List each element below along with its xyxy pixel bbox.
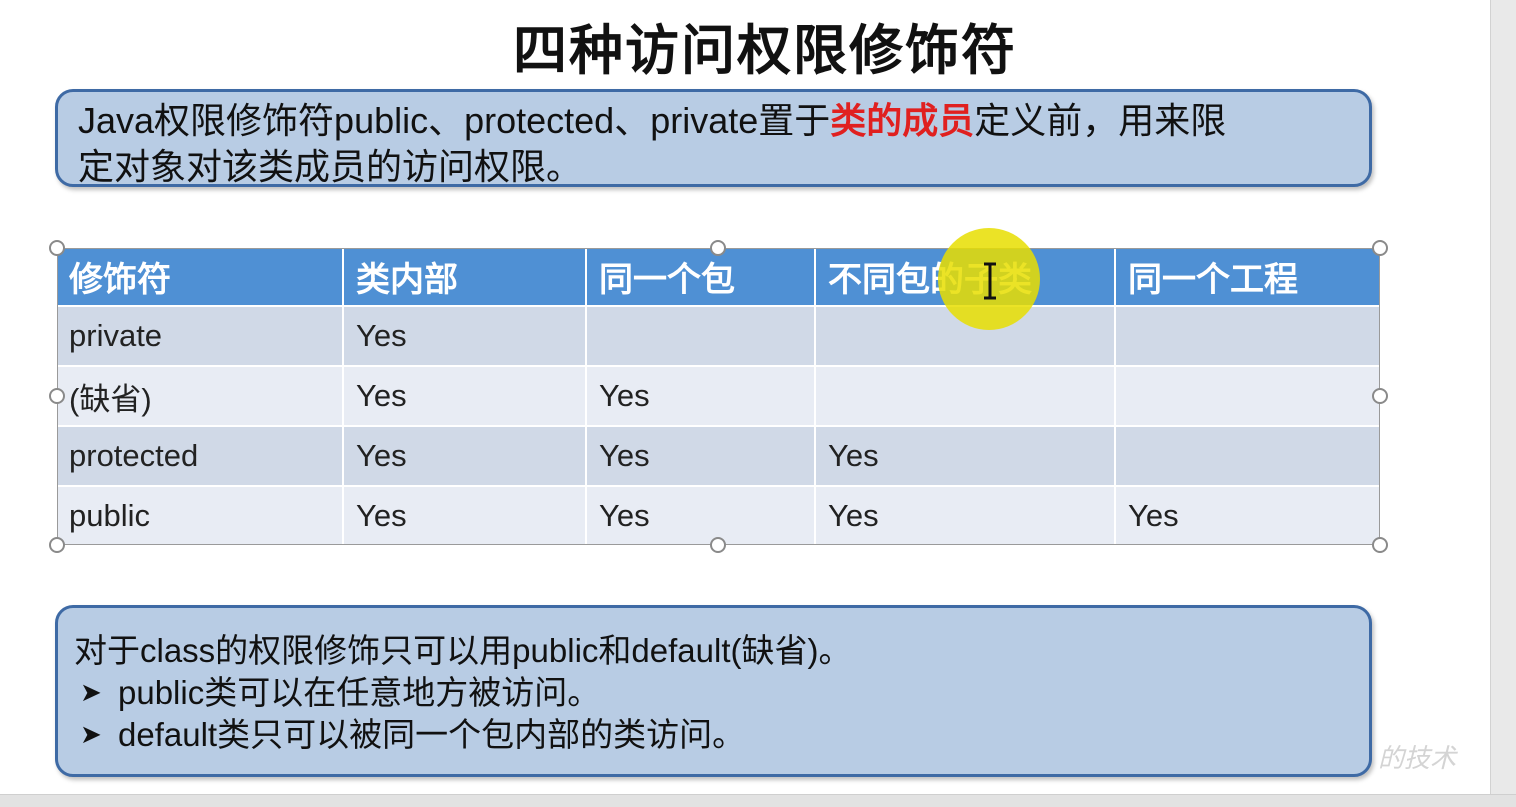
table-cell[interactable]: private [57,305,344,366]
list-item: ➤ public类可以在任意地方被访问。 [74,672,1369,714]
bottom-scroll-strip[interactable] [0,794,1516,807]
text-cursor-icon [984,262,996,300]
resize-handle-icon[interactable] [1372,388,1388,404]
table-cell[interactable]: Yes [815,485,1116,545]
watermark: 的技术 [1378,744,1457,774]
table-cell[interactable]: Yes [343,485,587,545]
table-cell[interactable]: Yes [343,365,587,426]
list-item: ➤ default类只可以被同一个包内部的类访问。 [74,714,1369,756]
table-cell[interactable]: Yes [1115,485,1380,545]
resize-handle-icon[interactable] [49,240,65,256]
table-cell[interactable] [815,365,1116,426]
slide-canvas: 四种访问权限修饰符 Java权限修饰符public、protected、priv… [0,0,1490,794]
header-same-project[interactable]: 同一个工程 [1115,248,1380,306]
table-cell[interactable]: Yes [586,425,816,486]
table-cell[interactable]: Yes [586,365,816,426]
right-arrowhead-icon: ➤ [80,678,102,708]
bullet-text: public类可以在任意地方被访问。 [118,674,601,711]
table-cell[interactable]: Yes [343,305,587,366]
table-cell[interactable]: public [57,485,344,545]
table-cell[interactable]: Yes [815,425,1116,486]
table-cell[interactable] [1115,305,1380,366]
intro-textbox[interactable]: Java权限修饰符public、protected、private置于类的成员定… [55,89,1372,187]
table-row: private Yes [57,305,1380,366]
intro-text-part1: Java权限修饰符public、protected、private置于 [78,100,831,141]
access-table[interactable]: 修饰符 类内部 同一个包 不同包的子类 同一个工程 private Yes (缺… [57,248,1380,545]
intro-text-part2: 定义前，用来限 [974,100,1227,141]
resize-handle-icon[interactable] [710,537,726,553]
right-scroll-strip[interactable] [1490,0,1516,806]
class-note-textbox[interactable]: 对于class的权限修饰只可以用public和default(缺省)。 ➤ pu… [55,605,1372,777]
intro-line-1: Java权限修饰符public、protected、private置于类的成员定… [78,98,1369,144]
class-note-line: 对于class的权限修饰只可以用public和default(缺省)。 [74,632,852,669]
table-cell[interactable] [586,305,816,366]
intro-line-2: 定对象对该类成员的访问权限。 [78,146,583,187]
table-cell[interactable] [1115,365,1380,426]
table-header-row: 修饰符 类内部 同一个包 不同包的子类 同一个工程 [57,248,1380,306]
table-cell[interactable] [1115,425,1380,486]
resize-handle-icon[interactable] [710,240,726,256]
resize-handle-icon[interactable] [1372,240,1388,256]
table-cell[interactable]: (缺省) [57,365,344,426]
header-modifier[interactable]: 修饰符 [57,248,344,306]
right-arrowhead-icon: ➤ [80,720,102,750]
slide-title: 四种访问权限修饰符 [513,18,1017,82]
resize-handle-icon[interactable] [49,537,65,553]
table-cell[interactable]: Yes [343,425,587,486]
table-row: protected Yes Yes Yes [57,425,1380,486]
bullet-text: default类只可以被同一个包内部的类访问。 [118,716,746,753]
table-row: (缺省) Yes Yes [57,365,1380,426]
resize-handle-icon[interactable] [49,388,65,404]
table-cell[interactable]: Yes [586,485,816,545]
resize-handle-icon[interactable] [1372,537,1388,553]
header-same-package[interactable]: 同一个包 [586,248,816,306]
header-same-class[interactable]: 类内部 [343,248,587,306]
intro-highlight: 类的成员 [830,100,975,141]
table-cell[interactable]: protected [57,425,344,486]
